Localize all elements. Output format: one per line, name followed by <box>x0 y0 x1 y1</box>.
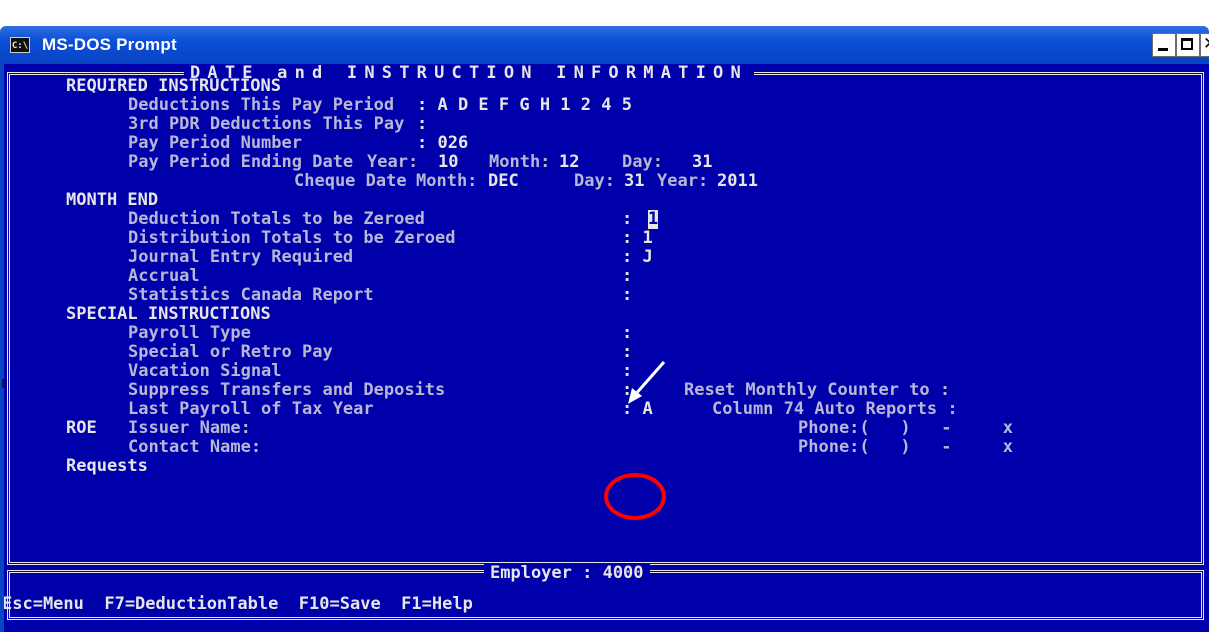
cheque-year-value[interactable]: 2011 <box>717 172 758 191</box>
annotation-arrow-icon <box>628 361 666 404</box>
maximize-button[interactable] <box>1176 33 1200 57</box>
payroll-type-label: Payroll Type <box>128 323 251 343</box>
suppress-transfers-label: Suppress Transfers and Deposits <box>128 380 446 400</box>
section-required: REQUIRED INSTRUCTIONS <box>66 76 281 96</box>
ending-month-label: Month: <box>489 152 551 172</box>
window-title: MS-DOS Prompt <box>42 35 177 54</box>
pdr-deductions-value[interactable]: : <box>417 115 427 134</box>
cheque-date-label: Cheque Date <box>294 171 407 191</box>
reset-monthly-counter-label[interactable]: Reset Monthly Counter to : <box>684 381 950 400</box>
ending-date-label: Pay Period Ending Date <box>128 152 354 172</box>
distribution-totals-value[interactable]: : 1 <box>622 229 653 248</box>
accrual-value[interactable]: : <box>622 267 632 286</box>
cheque-day-value[interactable]: 31 <box>624 172 644 191</box>
cheque-month-value[interactable]: DEC <box>488 172 519 191</box>
statscan-label: Statistics Canada Report <box>128 285 374 305</box>
pdr-deductions-label: 3rd PDR Deductions This Pay <box>128 114 405 134</box>
cheque-month-label: Month: <box>416 171 478 191</box>
ending-day-label: Day: <box>622 152 663 172</box>
issuer-phone[interactable]: Phone:( ) - x <box>798 419 1013 438</box>
window-edge-mark <box>2 379 4 388</box>
close-icon: ✕ <box>1203 34 1209 54</box>
journal-entry-value[interactable]: : J <box>622 248 653 267</box>
section-month-end: MONTH END <box>66 190 159 210</box>
contact-name-label[interactable]: Contact Name: <box>128 438 261 457</box>
deduction-totals-input[interactable]: 1 <box>648 210 659 229</box>
deduction-totals-colon: : <box>622 209 633 229</box>
retro-pay-label: Special or Retro Pay <box>128 342 333 362</box>
console-screen[interactable]: DATE and INSTRUCTION INFORMATION REQUIRE… <box>0 64 1209 632</box>
last-payroll-label: Last Payroll of Tax Year <box>128 399 374 419</box>
function-key-bar[interactable]: Esc=Menu F7=DeductionTable F10=Save F1=H… <box>4 595 473 614</box>
payroll-type-value[interactable]: : <box>622 324 632 343</box>
ending-month-value[interactable]: 12 <box>559 153 579 172</box>
cheque-day-label: Day: <box>574 171 615 191</box>
cheque-year-label: Year: <box>657 171 709 191</box>
roe-label: ROE <box>66 418 97 438</box>
distribution-totals-label: Distribution Totals to be Zeroed <box>128 228 456 248</box>
ms-dos-window: C:\ MS-DOS Prompt ✕ DATE and INSTRUCTION… <box>0 26 1209 632</box>
issuer-name-label[interactable]: Issuer Name: <box>128 419 251 438</box>
pay-period-number-value[interactable]: : 026 <box>417 134 468 153</box>
annotation-circle <box>604 473 666 520</box>
section-special: SPECIAL INSTRUCTIONS <box>66 304 271 324</box>
msdos-app-icon[interactable]: C:\ <box>10 37 30 53</box>
ending-year-value[interactable]: 10 <box>438 153 458 172</box>
journal-entry-label: Journal Entry Required <box>128 247 354 267</box>
deduction-totals-label: Deduction Totals to be Zeroed <box>128 209 425 229</box>
statscan-value[interactable]: : <box>622 286 632 305</box>
ending-day-value[interactable]: 31 <box>692 153 712 172</box>
accrual-label: Accrual <box>128 266 200 286</box>
deductions-value[interactable]: : A D E F G H 1 2 4 5 <box>417 96 632 115</box>
vacation-signal-label: Vacation Signal <box>128 361 282 381</box>
contact-phone[interactable]: Phone:( ) - x <box>798 438 1013 457</box>
title-bar[interactable]: C:\ MS-DOS Prompt ✕ <box>0 26 1209 64</box>
pay-period-number-label: Pay Period Number <box>128 133 302 153</box>
ending-year-label: Year: <box>367 152 419 172</box>
column-74-auto-reports-label[interactable]: Column 74 Auto Reports : <box>712 400 958 419</box>
close-button[interactable]: ✕ <box>1200 33 1209 57</box>
deductions-label: Deductions This Pay Period <box>128 95 395 115</box>
employer-label: Employer : 4000 <box>484 564 650 583</box>
minimize-button[interactable] <box>1152 33 1176 57</box>
requests-label[interactable]: Requests <box>66 457 148 476</box>
